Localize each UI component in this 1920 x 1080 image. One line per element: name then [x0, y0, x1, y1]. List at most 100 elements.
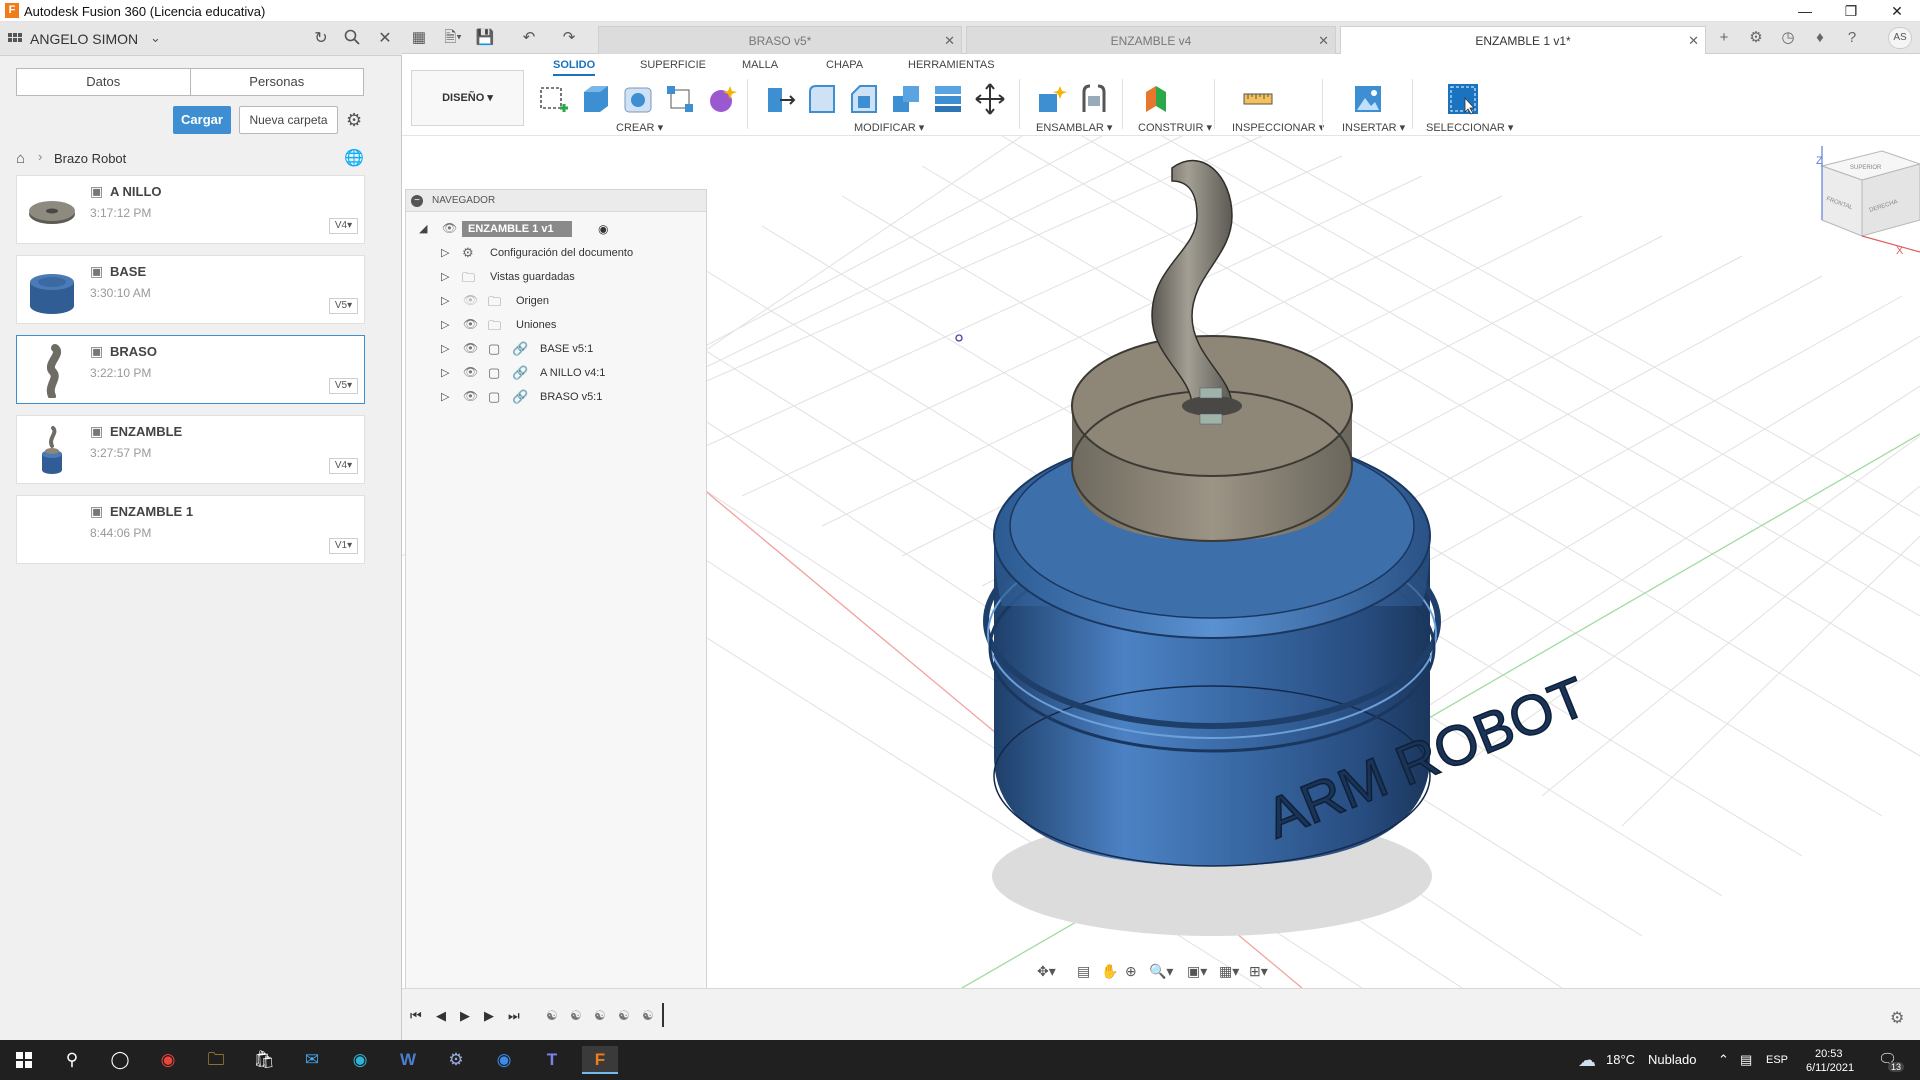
fillet-icon[interactable] — [806, 82, 838, 116]
group-construir[interactable]: CONSTRUIR ▾ — [1138, 121, 1212, 134]
notifications-bell-icon[interactable]: ♦ — [1810, 29, 1830, 49]
close-tab-icon[interactable]: ✕ — [1688, 33, 1699, 49]
steam-icon[interactable]: ⚙ — [438, 1046, 474, 1074]
file-card-braso[interactable]: ▣ BRASO 3:22:10 PM V5▾ — [16, 335, 365, 404]
windows-start-icon[interactable] — [6, 1046, 42, 1074]
look-at-icon[interactable]: ▤ — [1077, 963, 1090, 980]
tray-chevron-up-icon[interactable]: ⌃ — [1718, 1040, 1729, 1080]
task-view-icon[interactable]: ◯ — [102, 1046, 138, 1074]
tab-chapa[interactable]: CHAPA — [826, 59, 863, 71]
mail-icon[interactable]: ✉ — [294, 1046, 330, 1074]
visibility-eye-icon[interactable]: 👁 — [463, 317, 478, 331]
navigator-item[interactable]: ▷ 👁 🗀 Uniones — [406, 314, 706, 336]
expand-triangle-icon[interactable]: ▷ — [441, 390, 449, 403]
job-status-icon[interactable]: ◷ — [1778, 29, 1798, 49]
group-seleccionar[interactable]: SELECCIONAR ▾ — [1426, 121, 1513, 134]
fit-icon[interactable]: 🔍▾ — [1149, 963, 1173, 980]
settings-gear-icon[interactable]: ⚙ — [346, 110, 362, 131]
viewports-icon[interactable]: ⊞▾ — [1249, 963, 1268, 980]
visibility-eye-icon[interactable]: 👁 — [463, 341, 478, 355]
collapse-triangle-icon[interactable]: ◢ — [419, 222, 427, 235]
search-icon[interactable] — [342, 29, 362, 49]
expand-triangle-icon[interactable]: ▷ — [441, 342, 449, 355]
file-card-enzamble-1[interactable]: ▣ ENZAMBLE 1 8:44:06 PM V1▾ — [16, 495, 365, 564]
pan-hand-icon[interactable]: ✋ — [1101, 963, 1118, 980]
workspace-switcher[interactable]: DISEÑO ▾ — [411, 70, 524, 126]
group-modificar[interactable]: MODIFICAR ▾ — [854, 121, 924, 134]
globe-icon[interactable]: 🌐 — [344, 148, 364, 168]
tab-braso[interactable]: BRASO v5* ✕ — [598, 26, 962, 54]
navigator-item[interactable]: ▷ 🗀 Vistas guardadas — [406, 266, 706, 288]
version-badge[interactable]: V1▾ — [329, 538, 358, 554]
tab-enzamble-1[interactable]: ENZAMBLE 1 v1* ✕ — [1340, 26, 1706, 54]
breadcrumb-project[interactable]: Brazo Robot — [54, 151, 126, 166]
move-copy-icon[interactable] — [974, 82, 1006, 116]
step-forward-icon[interactable]: ▶ — [484, 1008, 494, 1024]
display-settings-icon[interactable]: ▣▾ — [1187, 963, 1207, 980]
timeline-joint-icon[interactable]: ☯ — [618, 1008, 630, 1024]
sweep-icon[interactable] — [664, 82, 696, 116]
tab-superficie[interactable]: SUPERFICIE — [640, 59, 706, 71]
timeline-marker[interactable] — [662, 1003, 664, 1027]
tab-herramientas[interactable]: HERRAMIENTAS — [908, 59, 995, 71]
teams-icon[interactable]: T — [534, 1046, 570, 1074]
group-inspeccionar[interactable]: INSPECCIONAR ▾ — [1232, 121, 1324, 134]
file-menu-icon[interactable]: 🗎▾ — [442, 28, 464, 48]
file-card-enzamble[interactable]: ▣ ENZAMBLE 3:27:57 PM V4▾ — [16, 415, 365, 484]
search-icon[interactable]: ⚲ — [54, 1046, 90, 1074]
navigator-item[interactable]: ▷ 👁 ▢ 🔗 BASE v5:1 — [406, 338, 706, 360]
timeline-settings-gear-icon[interactable]: ⚙ — [1890, 1008, 1904, 1028]
navigator-header[interactable]: − NAVEGADOR — [406, 190, 706, 212]
file-card-base[interactable]: ▣ BASE 3:30:10 AM V5▾ — [16, 255, 365, 324]
notifications-icon[interactable]: 🗨 — [1878, 1040, 1897, 1080]
viewcube-top-label[interactable]: SUPERIOR — [1850, 165, 1882, 171]
clock-date[interactable]: 6/11/2021 — [1806, 1048, 1854, 1080]
weather-condition[interactable]: Nublado — [1648, 1040, 1696, 1080]
navigator-root[interactable]: ◢ 👁 ENZAMBLE 1 v1 ◉ — [406, 218, 706, 240]
play-icon[interactable]: ▶ — [460, 1008, 470, 1024]
expand-triangle-icon[interactable]: ▷ — [441, 294, 449, 307]
tab-personas[interactable]: Personas — [191, 69, 364, 95]
extensions-icon[interactable]: ⚙ — [1746, 29, 1766, 49]
collapse-icon[interactable]: − — [411, 195, 423, 207]
minimize-button[interactable]: — — [1782, 0, 1828, 22]
expand-triangle-icon[interactable]: ▷ — [441, 366, 449, 379]
shell-icon[interactable] — [890, 82, 922, 116]
navigator-item[interactable]: ▷ 👁 ▢ 🔗 A NILLO v4:1 — [406, 362, 706, 384]
file-explorer-icon[interactable]: 🗀 — [198, 1046, 234, 1074]
timeline-joint-icon[interactable]: ☯ — [546, 1008, 558, 1024]
version-badge[interactable]: V4▾ — [329, 458, 358, 474]
version-badge[interactable]: V5▾ — [329, 378, 358, 394]
close-window-button[interactable]: ✕ — [1874, 0, 1920, 22]
version-badge[interactable]: V4▾ — [329, 218, 358, 234]
navigator-item[interactable]: ▷ 👁 🗀 Origen — [406, 290, 706, 312]
group-insertar[interactable]: INSERTAR ▾ — [1342, 121, 1405, 134]
group-crear[interactable]: CREAR ▾ — [616, 121, 663, 134]
create-form-icon[interactable] — [706, 82, 738, 116]
press-pull-icon[interactable] — [764, 82, 796, 116]
tab-solido[interactable]: SOLIDO — [553, 59, 596, 76]
combine-icon[interactable] — [932, 82, 964, 116]
new-folder-button[interactable]: Nueva carpeta — [239, 106, 338, 134]
chamfer-icon[interactable] — [848, 82, 880, 116]
timeline-joint-icon[interactable]: ☯ — [642, 1008, 654, 1024]
zoom-icon[interactable]: ◉ — [486, 1046, 522, 1074]
timeline-joint-icon[interactable]: ☯ — [594, 1008, 606, 1024]
tab-malla[interactable]: MALLA — [742, 59, 778, 71]
store-icon[interactable]: 🛍 — [246, 1046, 282, 1074]
joint-icon[interactable] — [1078, 82, 1110, 116]
visibility-eye-icon[interactable]: 👁 — [463, 389, 478, 403]
user-avatar[interactable]: AS — [1888, 27, 1912, 49]
chevron-down-icon[interactable]: ⌄ — [150, 30, 161, 46]
grid-menu-icon[interactable]: ▦ — [408, 28, 430, 48]
go-to-end-icon[interactable]: ⏭ — [508, 1008, 520, 1024]
fusion-360-taskbar-icon[interactable]: F — [582, 1046, 618, 1074]
go-to-start-icon[interactable]: ⏮ — [410, 1008, 422, 1024]
help-icon[interactable]: ? — [1842, 29, 1862, 49]
home-icon[interactable]: ⌂ — [16, 150, 25, 167]
view-cube[interactable]: SUPERIOR FRONTAL DERECHA Z X — [1816, 146, 1920, 257]
upload-button[interactable]: Cargar — [173, 106, 231, 134]
offset-plane-icon[interactable] — [1140, 82, 1172, 116]
revolve-icon[interactable] — [622, 82, 654, 116]
expand-triangle-icon[interactable]: ▷ — [441, 318, 449, 331]
